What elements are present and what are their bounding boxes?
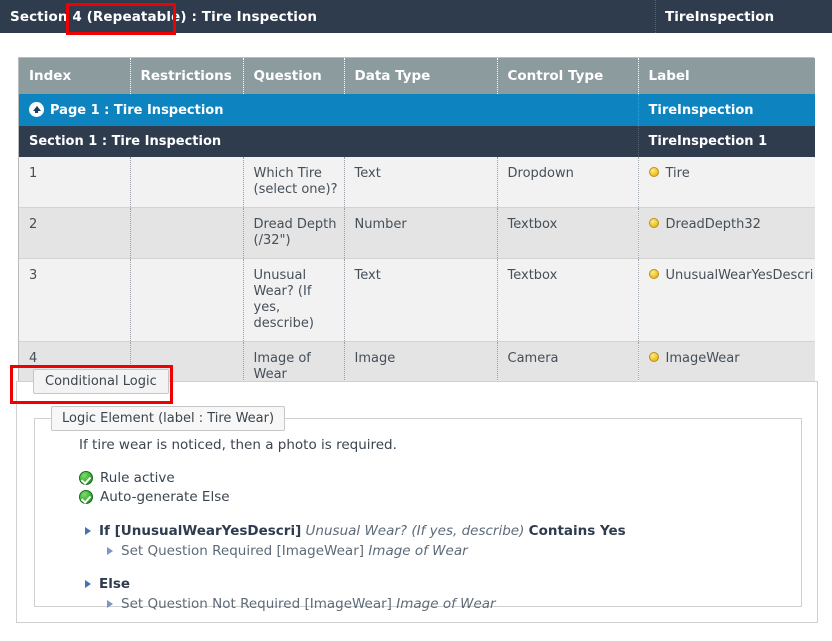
cell-label-text: DreadDepth32 bbox=[665, 217, 761, 232]
cell-question: Unusual Wear? (If yes, describe) bbox=[243, 258, 345, 342]
cell-restrictions bbox=[130, 258, 244, 342]
column-header-index[interactable]: Index bbox=[19, 58, 131, 94]
column-header-control-type[interactable]: Control Type bbox=[497, 58, 639, 94]
page-row[interactable]: Page 1 : Tire Inspection TireInspection bbox=[19, 94, 815, 126]
label-bullet-icon bbox=[648, 167, 659, 177]
expand-triangle-icon[interactable] bbox=[107, 547, 113, 555]
column-header-question[interactable]: Question bbox=[243, 58, 345, 94]
cell-index: 1 bbox=[19, 157, 131, 208]
if-branch-row[interactable]: If [UnusualWearYesDescri] Unusual Wear? … bbox=[85, 522, 801, 541]
section-row-label: TireInspection 1 bbox=[638, 126, 815, 157]
cell-label-text: UnusualWearYesDescri bbox=[665, 268, 814, 283]
else-branch-row[interactable]: Else bbox=[85, 575, 801, 594]
cell-question: Dread Depth (/32") bbox=[243, 207, 345, 259]
cell-control-type: Dropdown bbox=[497, 157, 639, 208]
if-operator: Contains Yes bbox=[528, 523, 626, 539]
page-title-suffix: : Tire Inspection bbox=[186, 8, 318, 25]
cell-data-type: Text bbox=[344, 258, 498, 342]
flag-rule-active: Rule active bbox=[79, 470, 801, 486]
if-action-prefix: Set Question Required [ImageWear] bbox=[121, 543, 365, 559]
logic-body: If tire wear is noticed, then a photo is… bbox=[35, 437, 801, 614]
column-header-label[interactable]: Label bbox=[638, 58, 815, 94]
page-row-title: Page 1 : Tire Inspection bbox=[50, 103, 224, 118]
column-header-restrictions[interactable]: Restrictions bbox=[130, 58, 244, 94]
logic-element-legend[interactable]: Logic Element (label : Tire Wear) bbox=[51, 406, 286, 431]
if-action-row[interactable]: Set Question Required [ImageWear] Image … bbox=[107, 542, 801, 561]
else-action-prefix: Set Question Not Required [ImageWear] bbox=[121, 596, 392, 612]
cell-label-text: ImageWear bbox=[665, 351, 740, 366]
cell-restrictions bbox=[130, 157, 244, 208]
cell-data-type: Text bbox=[344, 157, 498, 208]
conditional-logic-legend[interactable]: Conditional Logic bbox=[33, 369, 169, 394]
column-header-data-type[interactable]: Data Type bbox=[344, 58, 498, 94]
label-bullet-icon bbox=[648, 218, 659, 228]
expand-triangle-icon[interactable] bbox=[85, 527, 91, 535]
else-action-question: Image of Wear bbox=[396, 596, 496, 612]
page-title-prefix: Section 4 bbox=[10, 8, 87, 25]
flag-auto-generate-else-label: Auto-generate Else bbox=[100, 489, 230, 505]
cell-data-type: Number bbox=[344, 207, 498, 259]
table-row[interactable]: 3 Unusual Wear? (If yes, describe) Text … bbox=[19, 258, 815, 342]
logic-description: If tire wear is noticed, then a photo is… bbox=[79, 437, 397, 453]
label-bullet-icon bbox=[648, 352, 659, 362]
if-action-question: Image of Wear bbox=[368, 543, 468, 559]
logic-element-panel: Logic Element (label : Tire Wear) If tir… bbox=[34, 406, 802, 612]
cell-label-text: Tire bbox=[665, 166, 690, 181]
label-bullet-icon bbox=[648, 269, 659, 279]
table-row[interactable]: 2 Dread Depth (/32") Number Textbox Drea… bbox=[19, 207, 815, 259]
green-check-icon bbox=[79, 490, 93, 504]
cell-restrictions bbox=[130, 207, 244, 259]
flag-auto-generate-else: Auto-generate Else bbox=[79, 489, 801, 505]
section-row[interactable]: Section 1 : Tire Inspection TireInspecti… bbox=[19, 126, 815, 157]
form-structure-table: Index Restrictions Question Data Type Co… bbox=[18, 57, 815, 393]
cell-question: Which Tire (select one)? bbox=[243, 157, 345, 208]
table-row[interactable]: 1 Which Tire (select one)? Text Dropdown… bbox=[19, 157, 815, 208]
else-action-row[interactable]: Set Question Not Required [ImageWear] Im… bbox=[107, 595, 801, 614]
page-title-repeatable: (Repeatable) bbox=[86, 8, 187, 25]
conditional-logic-panel: Conditional Logic Logic Element (label :… bbox=[16, 369, 818, 623]
table-header-row: Index Restrictions Question Data Type Co… bbox=[19, 58, 815, 94]
header-divider bbox=[655, 0, 656, 33]
else-keyword: Else bbox=[99, 576, 131, 592]
cell-control-type: Textbox bbox=[497, 258, 639, 342]
expand-triangle-icon[interactable] bbox=[107, 600, 113, 608]
green-check-icon bbox=[79, 471, 93, 485]
if-question: Unusual Wear? (If yes, describe) bbox=[305, 523, 525, 539]
cell-label: DreadDepth32 bbox=[638, 207, 815, 259]
flag-rule-active-label: Rule active bbox=[100, 470, 175, 486]
cell-label: Tire bbox=[638, 157, 815, 208]
cell-control-type: Textbox bbox=[497, 207, 639, 259]
page-up-icon[interactable] bbox=[29, 102, 44, 117]
cell-label: UnusualWearYesDescri bbox=[638, 258, 815, 342]
expand-triangle-icon[interactable] bbox=[85, 580, 91, 588]
section-row-title: Section 1 : Tire Inspection bbox=[19, 126, 639, 157]
section-header-bar: Section 4 (Repeatable) : Tire Inspection… bbox=[0, 0, 832, 33]
page-row-title-cell[interactable]: Page 1 : Tire Inspection bbox=[19, 94, 639, 126]
cell-index: 2 bbox=[19, 207, 131, 259]
if-keyword: If [UnusualWearYesDescri] bbox=[99, 523, 302, 539]
cell-index: 3 bbox=[19, 258, 131, 342]
logic-tree: If [UnusualWearYesDescri] Unusual Wear? … bbox=[79, 522, 801, 614]
header-label: TireInspection bbox=[665, 8, 775, 25]
page-row-label: TireInspection bbox=[638, 94, 815, 126]
page-title: Section 4 (Repeatable) : Tire Inspection bbox=[0, 9, 317, 25]
